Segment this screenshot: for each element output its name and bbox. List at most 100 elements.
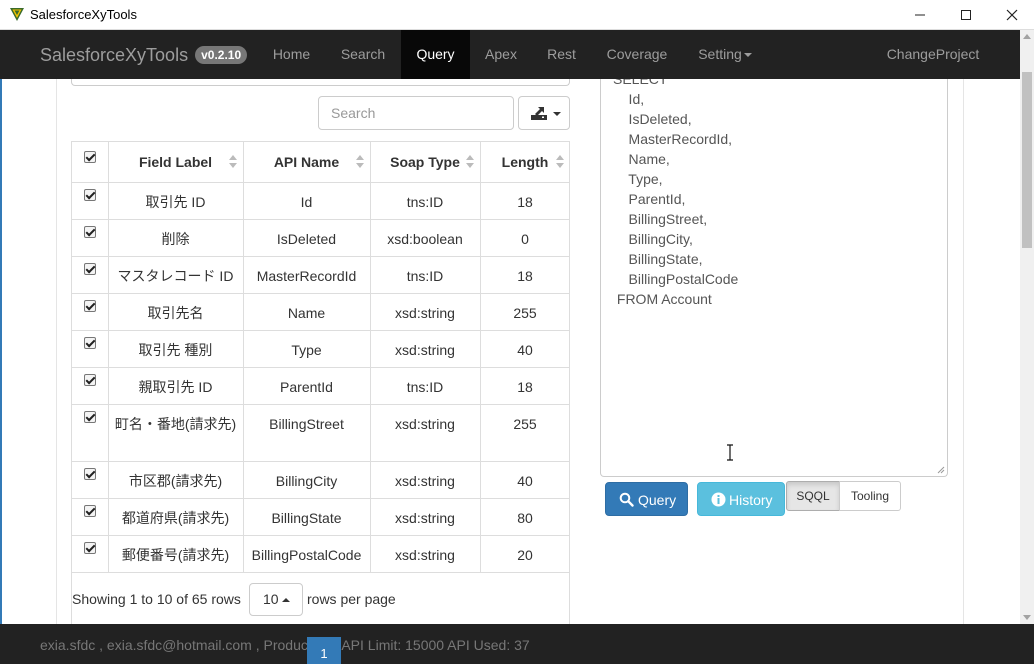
nav-query[interactable]: Query xyxy=(401,30,470,79)
soap-type-cell: tns:ID xyxy=(369,181,481,220)
field-label-cell: 親取引先 ID xyxy=(107,366,244,405)
row-checkbox[interactable] xyxy=(83,410,96,423)
field-label-cell: 取引先 ID xyxy=(107,181,244,220)
page-scrollbar[interactable] xyxy=(1020,30,1034,624)
row-checkbox[interactable] xyxy=(83,373,96,386)
api-name-cell: BillingStreet xyxy=(242,403,371,462)
row-select-cell xyxy=(72,366,109,405)
row-select-cell xyxy=(72,497,109,536)
page-size-dropdown[interactable]: 10 xyxy=(249,583,303,616)
nav-rest[interactable]: Rest xyxy=(532,30,591,79)
nav-apex[interactable]: Apex xyxy=(470,30,532,79)
sqql-toggle-button[interactable]: SQQL xyxy=(786,481,840,511)
table-row[interactable]: 町名・番地(請求先) BillingStreet xsd:string 255 xyxy=(72,403,569,462)
nav-setting-dropdown[interactable]: Setting xyxy=(683,30,767,79)
maximize-button[interactable] xyxy=(943,0,989,30)
column-header-label: API Name xyxy=(273,153,340,170)
text-cursor-icon xyxy=(727,444,733,461)
field-label-cell: 取引先 種別 xyxy=(107,329,244,368)
nav-change-project[interactable]: ChangeProject xyxy=(870,30,996,79)
soap-type-cell: xsd:boolean xyxy=(369,218,481,257)
tooling-toggle-button[interactable]: Tooling xyxy=(839,481,901,511)
row-select-cell xyxy=(72,218,109,257)
chevron-down-icon xyxy=(743,53,752,57)
table-row[interactable]: 郵便番号(請求先) BillingPostalCode xsd:string 2… xyxy=(72,534,569,572)
row-checkbox[interactable] xyxy=(83,262,96,275)
api-name-cell: Type xyxy=(242,329,371,368)
window-edge xyxy=(0,79,2,624)
maximize-icon xyxy=(961,10,971,20)
api-name-cell: BillingPostalCode xyxy=(242,534,371,572)
table-row[interactable]: 取引先名 Name xsd:string 255 xyxy=(72,292,569,331)
scroll-up-icon[interactable] xyxy=(1023,34,1031,39)
history-button[interactable]: History xyxy=(697,482,785,516)
search-icon xyxy=(619,492,634,507)
column-header-length[interactable]: Length xyxy=(479,142,569,183)
row-checkbox[interactable] xyxy=(83,336,96,349)
info-icon xyxy=(711,492,726,507)
nav-search[interactable]: Search xyxy=(325,30,401,79)
length-cell: 40 xyxy=(479,460,569,499)
window-titlebar: SalesforceXyTools xyxy=(0,0,1034,30)
row-checkbox[interactable] xyxy=(83,541,96,554)
field-label-cell: 削除 xyxy=(107,218,244,257)
length-cell: 18 xyxy=(479,255,569,294)
table-row[interactable]: 都道府県(請求先) BillingState xsd:string 80 xyxy=(72,497,569,536)
column-header-label: Field Label xyxy=(138,153,213,170)
footer-info: exia.sfdc , exia.sfdc@hotmail.com , Prod… xyxy=(40,637,530,653)
column-header-api-name[interactable]: API Name xyxy=(242,142,371,183)
soql-query-textarea[interactable]: SELECT Id, IsDeleted, MasterRecordId, Na… xyxy=(600,79,948,477)
window-title: SalesforceXyTools xyxy=(30,7,137,22)
column-header-field-label[interactable]: Field Label xyxy=(107,142,244,183)
chevron-down-icon xyxy=(553,112,561,116)
row-checkbox[interactable] xyxy=(83,225,96,238)
soap-type-cell: xsd:string xyxy=(369,329,481,368)
query-button[interactable]: Query xyxy=(605,482,688,516)
app-logo-icon xyxy=(10,8,24,21)
field-label-cell: 取引先名 xyxy=(107,292,244,331)
export-dropdown-button[interactable] xyxy=(518,96,570,130)
scrollbar-thumb[interactable] xyxy=(1022,72,1032,248)
select-all-checkbox[interactable] xyxy=(83,151,96,163)
field-label-cell: 市区郡(請求先) xyxy=(107,460,244,499)
length-cell: 80 xyxy=(479,497,569,536)
column-header-label: Soap Type xyxy=(390,153,460,170)
length-cell: 18 xyxy=(479,181,569,220)
brand-link[interactable]: SalesforceXyTools v0.2.10 xyxy=(40,45,248,66)
column-header-soap-type[interactable]: Soap Type xyxy=(369,142,481,183)
nav-home[interactable]: Home xyxy=(258,30,325,79)
table-row[interactable]: 取引先 ID Id tns:ID 18 xyxy=(72,181,569,220)
api-name-cell: BillingCity xyxy=(242,460,371,499)
table-row[interactable]: 削除 IsDeleted xsd:boolean 0 xyxy=(72,218,569,257)
sort-icon xyxy=(355,155,364,169)
nav-coverage[interactable]: Coverage xyxy=(591,30,683,79)
table-row[interactable]: 市区郡(請求先) BillingCity xsd:string 40 xyxy=(72,460,569,499)
length-cell: 0 xyxy=(479,218,569,257)
row-checkbox[interactable] xyxy=(83,504,96,517)
length-cell: 255 xyxy=(479,403,569,462)
row-checkbox[interactable] xyxy=(83,467,96,480)
row-select-cell xyxy=(72,534,109,572)
soap-type-cell: xsd:string xyxy=(369,292,481,331)
table-row[interactable]: マスタレコード ID MasterRecordId tns:ID 18 xyxy=(72,255,569,294)
pagination-info: Showing 1 to 10 of 65 rows xyxy=(72,591,241,607)
container-border-left xyxy=(56,79,57,624)
resize-grip-icon[interactable] xyxy=(937,466,945,474)
table-row[interactable]: 親取引先 ID ParentId tns:ID 18 xyxy=(72,366,569,405)
soap-type-cell: tns:ID xyxy=(369,255,481,294)
field-search-input[interactable] xyxy=(318,96,514,130)
sort-icon xyxy=(465,155,474,169)
row-checkbox[interactable] xyxy=(83,188,96,201)
close-button[interactable] xyxy=(989,0,1034,30)
version-badge: v0.2.10 xyxy=(195,46,248,64)
query-text: SELECT Id, IsDeleted, MasterRecordId, Na… xyxy=(613,79,739,307)
pagination-page-1[interactable]: 1 xyxy=(307,637,341,664)
table-row[interactable]: 取引先 種別 Type xsd:string 40 xyxy=(72,329,569,368)
scroll-down-icon[interactable] xyxy=(1023,615,1031,620)
api-name-cell: MasterRecordId xyxy=(242,255,371,294)
row-checkbox[interactable] xyxy=(83,299,96,312)
object-select-input[interactable] xyxy=(71,79,570,86)
minimize-button[interactable] xyxy=(897,0,943,30)
query-button-label: Query xyxy=(638,492,677,508)
soap-type-cell: tns:ID xyxy=(369,366,481,405)
